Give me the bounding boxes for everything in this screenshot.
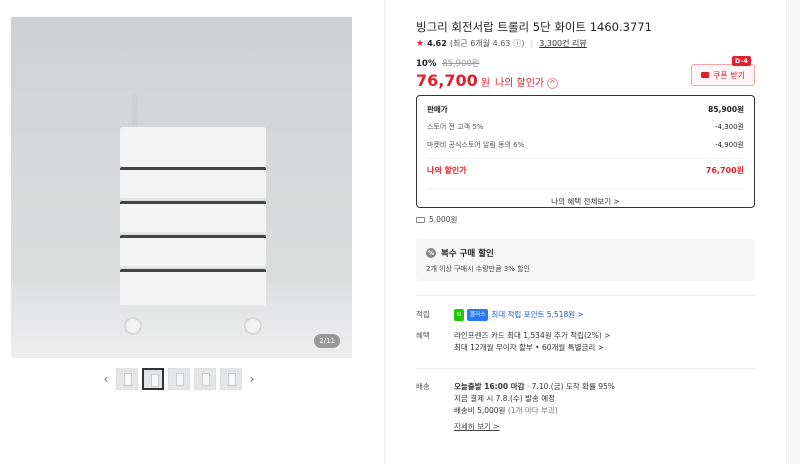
benefit-row: 혜택 라인프렌즈 카드 최대 1,534원 추가 적립(2%) > 최대 12개… xyxy=(416,330,610,354)
thumbnail-strip: ‹ › xyxy=(100,368,258,390)
delivery-fee-note: (1개 마다 부과) xyxy=(507,406,558,415)
multi-buy-desc: 2개 이상 구매시 수량만큼 3% 할인 xyxy=(426,265,530,273)
multi-buy-title-row: % 복수 구매 할인 xyxy=(426,247,745,259)
divider xyxy=(416,368,755,369)
trolley-wheel xyxy=(124,317,142,335)
my-discount-label[interactable]: 나의 할인가 xyxy=(495,74,544,89)
discount-row: 10% 85,900원 xyxy=(416,57,480,69)
arrival-estimate: · 7.10.(금) 도착 확률 95% xyxy=(526,382,615,391)
trolley-wheel xyxy=(244,317,262,335)
price-row: 판매가 85,900원 xyxy=(427,100,744,118)
plus-badge: 플러스 xyxy=(467,309,489,321)
naver-badge: N xyxy=(454,309,465,321)
discount-icon: % xyxy=(426,248,436,258)
delivery-detail-link[interactable]: 자세히 보기 > xyxy=(454,422,500,431)
my-price-value: 76,700원 xyxy=(705,166,744,175)
thumbnail-active[interactable] xyxy=(142,368,164,390)
original-price: 85,900원 xyxy=(442,59,480,69)
price-row: 마켓비 공식스토어 알림 동의 6% -4,900원 xyxy=(427,136,744,154)
delivery-fee: 배송비 5,000원 xyxy=(454,406,506,415)
my-price-row: 나의 할인가 76,700원 xyxy=(427,158,744,182)
price-row-value: -4,300원 xyxy=(714,123,744,131)
separator: | xyxy=(530,39,534,48)
today-dispatch: 오늘출발 16:00 마감 xyxy=(454,382,525,391)
thumbnail[interactable] xyxy=(116,368,138,390)
rating-detail: (최근 6개월 4.63 xyxy=(449,39,511,48)
delivery-row: 배송 오늘출발 16:00 마감 · 7.10.(금) 도착 확률 95% 지금… xyxy=(416,381,615,433)
coupon-label: 쿠폰 받기 xyxy=(713,70,745,80)
points-link[interactable]: 최대 적립 포인트 5,518원 > xyxy=(491,310,584,319)
dispatch-schedule: 지금 결제 시 7.8.(수) 발송 예정 xyxy=(454,394,556,403)
delivery-label: 배송 xyxy=(416,382,430,391)
coupon-button[interactable]: 쿠폰 받기 xyxy=(691,64,755,86)
trolley-drawer xyxy=(120,167,266,200)
star-icon: ★ xyxy=(416,38,425,49)
thumbnail[interactable] xyxy=(220,368,242,390)
scrollbar[interactable] xyxy=(786,0,800,464)
shipping-fee-row: 5,000원 xyxy=(416,214,457,225)
trolley-top-tray xyxy=(120,127,266,167)
price-row-label: 스토어 전 고객 5% xyxy=(427,123,484,131)
rating-score: 4.62 xyxy=(427,39,447,48)
price-row-label: 마켓비 공식스토어 알림 동의 6% xyxy=(427,141,525,149)
review-count-link[interactable]: 3,300건 리뷰 xyxy=(539,38,587,49)
thumb-prev-icon[interactable]: ‹ xyxy=(100,368,112,390)
rating-row: ★ 4.62 (최근 6개월 4.63 ⓘ) | 3,300건 리뷰 xyxy=(416,38,587,49)
multi-buy-discount-box: % 복수 구매 할인 2개 이상 구매시 수량만큼 3% 할인 xyxy=(416,239,755,281)
price-row-label: 판매가 xyxy=(427,104,448,114)
product-title: 빙그리 회전서랍 트롤리 5단 화이트 1460.3771 xyxy=(416,20,652,34)
truck-icon xyxy=(416,216,425,223)
my-price-label: 나의 할인가 xyxy=(427,166,467,175)
discount-rate: 10% xyxy=(416,59,437,69)
chevron-up-icon[interactable]: ^ xyxy=(547,78,559,89)
multi-buy-title: 복수 구매 할인 xyxy=(441,249,494,259)
points-label: 적립 xyxy=(416,310,430,319)
card-benefit-link[interactable]: 라인프렌즈 카드 최대 1,534원 추가 적립(2%) > xyxy=(454,330,610,342)
dday-badge: D-4 xyxy=(732,56,751,66)
info-circle-icon[interactable]: ⓘ) xyxy=(513,38,524,49)
trolley-drawer xyxy=(120,269,266,307)
shipping-fee: 5,000원 xyxy=(429,215,458,224)
currency-won: 원 xyxy=(480,78,490,89)
thumbnail[interactable] xyxy=(168,368,190,390)
panel-divider xyxy=(384,0,385,464)
price-row-value: 85,900원 xyxy=(708,104,744,114)
coupon-icon xyxy=(701,72,709,78)
trolley-drawer xyxy=(120,201,266,234)
thumbnail[interactable] xyxy=(194,368,216,390)
trolley-cabinet-illustration xyxy=(114,95,272,345)
installment-benefit-link[interactable]: 최대 12개월 무이자 할부 • 60개월 특별금리 > xyxy=(454,342,610,354)
benefit-label: 혜택 xyxy=(416,331,430,340)
final-price-row: 76,700 원 나의 할인가 ^ xyxy=(416,71,559,90)
price-breakdown-box: 판매가 85,900원 스토어 전 고객 5% -4,300원 마켓비 공식스토… xyxy=(416,95,755,208)
points-row: 적립 N 플러스 최대 적립 포인트 5,518원 > xyxy=(416,309,584,321)
product-main-image[interactable]: 2/11 xyxy=(11,17,352,358)
thumb-next-icon[interactable]: › xyxy=(246,368,258,390)
divider xyxy=(416,295,755,296)
image-counter: 2/11 xyxy=(314,334,340,348)
trolley-drawer xyxy=(120,235,266,268)
price-row: 스토어 전 고객 5% -4,300원 xyxy=(427,118,744,136)
price-row-value: -4,900원 xyxy=(714,141,744,149)
view-all-benefits-button[interactable]: 나의 혜택 전체보기 > xyxy=(427,188,744,214)
final-price: 76,700 xyxy=(416,71,478,90)
